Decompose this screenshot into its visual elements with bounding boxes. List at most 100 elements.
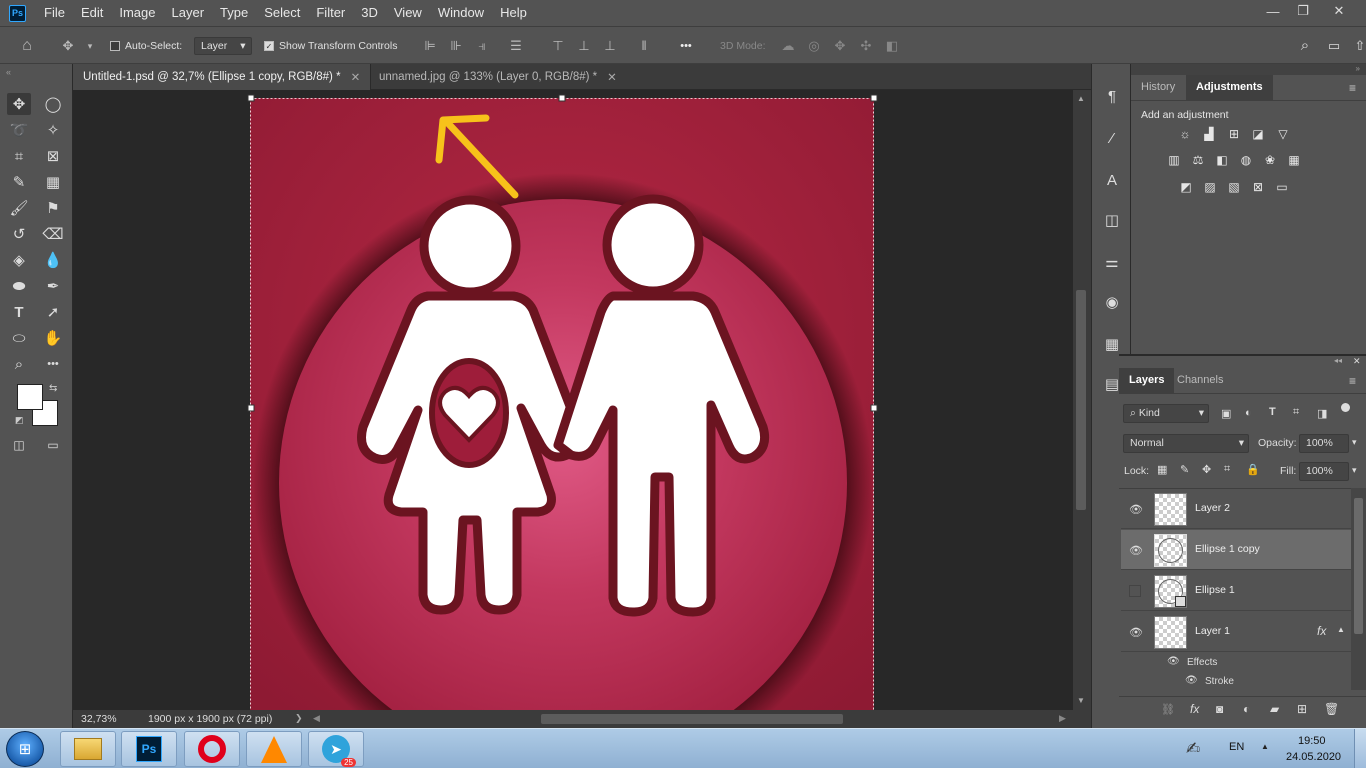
dodge-icon[interactable]: ⬬ [7, 275, 31, 297]
clone-stamp-icon[interactable]: ⚑ [41, 197, 65, 219]
filter-type-icon[interactable]: T [1269, 406, 1276, 418]
opera-taskbar-button[interactable] [184, 731, 240, 767]
layers-scroll-thumb[interactable] [1354, 498, 1363, 634]
type-tool-icon[interactable]: T [7, 301, 31, 323]
swap-colors-icon[interactable]: ⇆ [49, 383, 57, 394]
brush-settings-icon[interactable]: ⁄ [1100, 126, 1124, 150]
workspace-icon[interactable]: ▭ [1326, 38, 1342, 54]
visibility-eye-icon[interactable]: 👁 [1129, 626, 1143, 639]
scroll-thumb[interactable] [1076, 290, 1086, 510]
brightness-icon[interactable]: ☼ [1177, 127, 1193, 141]
menu-view[interactable]: View [386, 0, 430, 26]
align-center-icon[interactable]: ⊪ [448, 38, 464, 54]
stroke-eye-icon[interactable]: 👁 [1185, 675, 1198, 686]
brush-icon[interactable]: 🖌 [7, 197, 31, 219]
properties-icon[interactable]: ⚌ [1100, 250, 1124, 274]
fill-field[interactable]: 100% [1299, 462, 1349, 481]
paragraph-icon[interactable]: ¶ [1100, 84, 1124, 108]
clock-date[interactable]: 24.05.2020 [1286, 751, 1341, 763]
ellipse-shape-icon[interactable]: ⬭ [7, 327, 31, 349]
tab-history[interactable]: History [1131, 75, 1185, 100]
tab-channels[interactable]: Channels [1167, 368, 1233, 393]
more-options-icon[interactable]: ••• [678, 38, 694, 54]
filter-smart-object-icon[interactable]: ◨ [1317, 407, 1327, 420]
eyedropper-icon[interactable]: ✎ [7, 171, 31, 193]
menu-window[interactable]: Window [430, 0, 492, 26]
align-left-icon[interactable]: ⊫ [422, 38, 438, 54]
pen-icon[interactable]: ✒ [41, 275, 65, 297]
color-lookup-icon[interactable]: ▦ [1286, 153, 1302, 167]
screen-mode-icon[interactable]: ▭ [41, 434, 65, 456]
paint-bucket-icon[interactable]: ◈ [7, 249, 31, 271]
new-group-icon[interactable]: ▰ [1270, 702, 1279, 716]
3d-orbit-icon[interactable]: ☁ [780, 38, 796, 54]
path-select-icon[interactable]: ➚ [41, 301, 65, 323]
threshold-icon[interactable]: ▧ [1226, 180, 1242, 194]
effects-eye-icon[interactable]: 👁 [1167, 656, 1180, 667]
lock-position-icon[interactable]: ✥ [1202, 463, 1211, 476]
move-tool-icon[interactable]: ✥ [7, 93, 31, 115]
blend-mode-dropdown[interactable]: Normal ▾ [1123, 434, 1249, 453]
align-right-icon[interactable]: ⫣ [474, 38, 490, 54]
hscroll-left-icon[interactable]: ◀ [313, 713, 320, 724]
lasso-icon[interactable]: ➰ [7, 119, 31, 141]
magic-wand-icon[interactable]: ✧ [41, 119, 65, 141]
crop-icon[interactable]: ⌗ [7, 145, 31, 167]
libraries-icon[interactable]: ◫ [1100, 208, 1124, 232]
distribute-vertical-icon[interactable]: ‖ [636, 38, 652, 54]
exposure-icon[interactable]: ◪ [1250, 127, 1266, 141]
menu-file[interactable]: File [36, 0, 73, 26]
status-menu-arrow[interactable]: ❯ [295, 713, 303, 724]
hand-icon[interactable]: ✋ [41, 327, 65, 349]
language-indicator[interactable]: EN [1229, 741, 1244, 753]
vertical-scrollbar[interactable]: ▲ ▼ [1073, 90, 1091, 710]
fill-dropdown-icon[interactable]: ▾ [1352, 465, 1357, 476]
panel-menu-icon[interactable]: ≡ [1349, 81, 1356, 95]
lock-all-icon[interactable]: 🔒 [1246, 463, 1260, 476]
default-colors-icon[interactable]: ◩ [15, 415, 24, 426]
auto-select-target-dropdown[interactable]: Layer ▾ [194, 27, 253, 65]
lock-transparent-icon[interactable]: ▦ [1157, 463, 1167, 476]
close-tab-icon[interactable]: ✕ [351, 70, 361, 84]
clock-time[interactable]: 19:50 [1298, 735, 1326, 747]
chevron-down-icon[interactable]: ▾ [82, 38, 98, 54]
hue-saturation-icon[interactable]: ▥ [1166, 153, 1182, 167]
panel-close-icon[interactable]: ✕ [1353, 356, 1361, 367]
add-style-icon[interactable]: fx [1190, 702, 1199, 716]
scroll-down-icon[interactable]: ▼ [1077, 696, 1085, 705]
elliptical-marquee-icon[interactable]: ◯ [41, 93, 65, 115]
eraser-icon[interactable]: ⌫ [41, 223, 65, 245]
tray-expand-icon[interactable]: ▲ [1261, 742, 1269, 751]
visibility-eye-icon[interactable]: 👁 [1129, 503, 1143, 516]
visibility-toggle-hidden[interactable] [1129, 585, 1141, 597]
blur-icon[interactable]: 💧 [41, 249, 65, 271]
layer-name[interactable]: Ellipse 1 copy [1195, 543, 1260, 555]
menu-help[interactable]: Help [492, 0, 535, 26]
black-white-icon[interactable]: ◧ [1214, 153, 1230, 167]
document-canvas[interactable] [73, 90, 1073, 710]
layer-row-layer-2[interactable]: 👁 Layer 2 [1121, 489, 1351, 529]
canvas-area[interactable] [73, 90, 1073, 710]
3d-pan-icon[interactable]: ✥ [832, 38, 848, 54]
panel-collapse-bar[interactable]: » [1131, 64, 1366, 75]
layer-name[interactable]: Layer 1 [1195, 625, 1230, 637]
quick-mask-icon[interactable]: ◫ [7, 434, 31, 456]
panel-expand-icon[interactable]: ◂◂ [1334, 356, 1342, 365]
menu-type[interactable]: Type [212, 0, 256, 26]
swatches-icon[interactable]: ◉ [1100, 290, 1124, 314]
spot-heal-icon[interactable]: ▦ [41, 171, 65, 193]
3d-roll-icon[interactable]: ◎ [806, 38, 822, 54]
share-icon[interactable]: ⇧ [1352, 38, 1366, 54]
delete-layer-icon[interactable]: 🗑 [1324, 702, 1339, 716]
menu-select[interactable]: Select [256, 0, 308, 26]
zoom-level[interactable]: 32,73% [81, 713, 117, 725]
lock-artboard-icon[interactable]: ⌗ [1224, 463, 1230, 476]
photoshop-taskbar-button[interactable]: Ps [121, 731, 177, 767]
layer-row-layer-1[interactable]: 👁 Layer 1 fx ▲ [1121, 612, 1351, 652]
channel-mixer-icon[interactable]: ❀ [1262, 153, 1278, 167]
horizontal-scroll-thumb[interactable] [541, 714, 843, 724]
tab-unnamed-jpg[interactable]: unnamed.jpg @ 133% (Layer 0, RGB/8#) * ✕ [369, 64, 627, 90]
layer-fx-badge[interactable]: fx [1317, 624, 1326, 638]
invert-icon[interactable]: ◩ [1178, 180, 1194, 194]
filter-kind-dropdown[interactable]: ⌕ Kind ▾ [1123, 404, 1209, 423]
